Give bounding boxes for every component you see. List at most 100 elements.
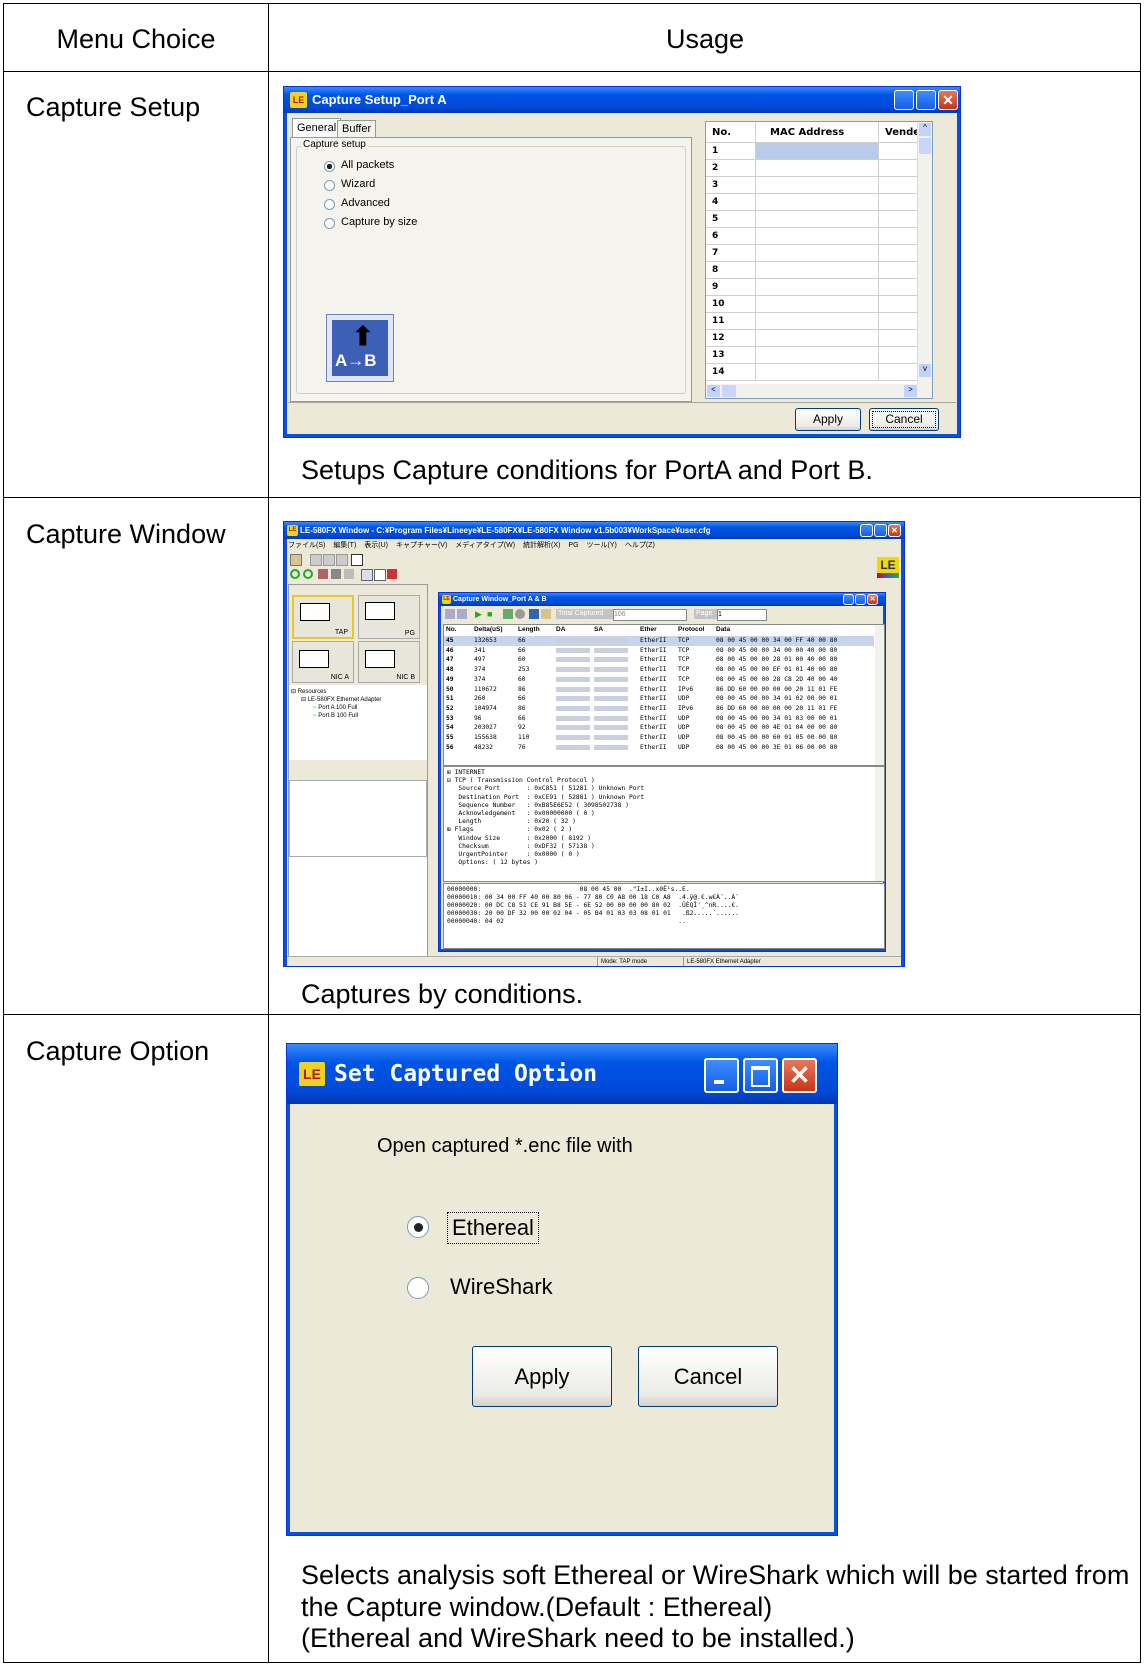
scroll-left-icon[interactable]: < xyxy=(707,385,720,397)
mac-table-cell[interactable] xyxy=(756,228,879,245)
mac-table-cell[interactable] xyxy=(756,296,879,313)
maximize-button[interactable] xyxy=(874,524,887,537)
mac-table-cell[interactable] xyxy=(756,262,879,279)
pg-icon[interactable] xyxy=(387,569,397,579)
mode-nic-b-button[interactable]: NIC B xyxy=(358,641,420,683)
radio-wireshark[interactable] xyxy=(407,1277,429,1299)
open-folder-icon[interactable] xyxy=(541,609,551,619)
tree-item-adapter[interactable]: ⊟ LE-580FX Ethernet Adapter xyxy=(291,696,381,704)
open-icon[interactable] xyxy=(290,554,302,566)
statistics-icon[interactable] xyxy=(344,569,354,579)
mac-address-table[interactable]: No. MAC Address Vende 1 2 3 4 5 6 7 8 9 10 11 12 13 14 ^… xyxy=(705,121,933,399)
packet-column-header[interactable]: DA xyxy=(556,626,565,633)
close-button[interactable]: ✕ xyxy=(888,524,901,537)
scroll-thumb[interactable] xyxy=(919,138,931,154)
packet-column-header[interactable]: Delta(uS) xyxy=(474,626,503,633)
mac-table-cell[interactable] xyxy=(879,160,919,177)
apply-button[interactable]: Apply xyxy=(472,1346,612,1407)
menu-item[interactable]: キャプチャー(V) xyxy=(396,542,447,549)
scroll-down-icon[interactable]: v xyxy=(919,364,931,377)
radio-advanced[interactable] xyxy=(324,199,335,210)
tree-item-port-a[interactable]: ○ Port A 100 Full xyxy=(291,704,381,712)
mac-table-cell[interactable] xyxy=(879,364,919,381)
mac-table-cell[interactable] xyxy=(879,313,919,330)
radio-capture-by-size[interactable] xyxy=(324,218,335,229)
radio-wizard[interactable] xyxy=(324,180,335,191)
mac-table-cell[interactable] xyxy=(879,177,919,194)
mac-table-cell[interactable] xyxy=(756,177,879,194)
mac-table-cell[interactable] xyxy=(756,211,879,228)
mac-table-cell[interactable] xyxy=(879,245,919,262)
copy-icon[interactable] xyxy=(323,554,335,566)
mac-table-cell[interactable] xyxy=(879,211,919,228)
analyze-icon[interactable] xyxy=(529,609,539,619)
scrollbar-vertical[interactable] xyxy=(875,625,884,765)
mac-table-cell[interactable] xyxy=(756,279,879,296)
mac-table-cell[interactable] xyxy=(756,330,879,347)
minimize-button[interactable] xyxy=(894,90,914,110)
mac-table-cell[interactable] xyxy=(756,143,879,160)
menu-item[interactable]: ヘルプ(Z) xyxy=(625,542,655,549)
packet-column-header[interactable]: No. xyxy=(446,626,456,633)
record-icon[interactable] xyxy=(515,609,525,619)
mac-table-cell[interactable] xyxy=(879,143,919,160)
start-capture-icon[interactable] xyxy=(290,569,300,579)
maximize-button[interactable] xyxy=(743,1058,778,1093)
packet-column-header[interactable]: SA xyxy=(594,626,603,633)
direction-icon[interactable]: ⬆ A→B xyxy=(326,314,394,382)
mac-table-cell[interactable] xyxy=(756,313,879,330)
close-button[interactable]: ✕ xyxy=(782,1058,817,1093)
cancel-button[interactable]: Cancel xyxy=(869,408,939,431)
scrollbar-vertical[interactable]: ^ v xyxy=(917,122,932,398)
menu-item[interactable]: ファイル(S) xyxy=(288,542,325,549)
paste-icon[interactable] xyxy=(336,554,348,566)
minimize-button[interactable] xyxy=(704,1058,739,1093)
radio-all-packets[interactable] xyxy=(324,161,335,172)
mac-table-cell[interactable] xyxy=(879,194,919,211)
close-button[interactable]: ✕ xyxy=(867,594,878,605)
edit-icon[interactable] xyxy=(361,569,373,581)
mac-table-cell[interactable] xyxy=(756,364,879,381)
menu-item[interactable]: 表示(U) xyxy=(364,542,388,549)
menu-item[interactable]: 編集(T) xyxy=(333,542,356,549)
mac-table-cell[interactable] xyxy=(879,330,919,347)
tab-buffer[interactable]: Buffer xyxy=(337,120,377,138)
mac-table-cell[interactable] xyxy=(879,296,919,313)
mac-table-cell[interactable] xyxy=(879,279,919,296)
mac-table-cell[interactable] xyxy=(879,262,919,279)
mode-pg-button[interactable]: PG xyxy=(358,595,420,639)
mac-table-cell[interactable] xyxy=(756,194,879,211)
cut-icon[interactable] xyxy=(310,554,322,566)
page-input[interactable]: 1 xyxy=(717,609,767,621)
scroll-h-thumb[interactable] xyxy=(722,385,736,397)
filter-icon[interactable] xyxy=(503,609,513,619)
menu-item[interactable]: ツール(Y) xyxy=(587,542,617,549)
start-capture-b-icon[interactable] xyxy=(303,569,313,579)
minimize-button[interactable] xyxy=(843,594,854,605)
hex-dump[interactable]: 00000000: 08 00 45 00 ."I±I..x0Ê¹s..E. 0… xyxy=(443,883,885,949)
packet-detail[interactable]: ⊞ INTERNET ⊟ TCP ( Transmission Control … xyxy=(443,766,885,882)
scrollbar-horizontal[interactable]: < > xyxy=(706,384,918,398)
menu-item[interactable]: メディアタイプ(W) xyxy=(455,542,515,549)
minimize-button[interactable] xyxy=(860,524,873,537)
packet-column-header[interactable]: Data xyxy=(716,626,730,633)
packet-column-header[interactable]: Ether xyxy=(640,626,657,633)
scroll-right-icon[interactable]: > xyxy=(904,385,917,397)
tree-item-resources[interactable]: ⊟ Resources xyxy=(291,688,381,696)
mac-table-cell[interactable] xyxy=(756,160,879,177)
mac-table-cell[interactable] xyxy=(756,347,879,364)
stop-icon[interactable]: ■ xyxy=(487,609,497,619)
forward-icon[interactable] xyxy=(457,609,467,619)
apply-button[interactable]: Apply xyxy=(795,408,861,431)
tree-item-port-b[interactable]: ○ Port B 100 Full xyxy=(291,712,381,720)
packet-column-header[interactable]: Protocol xyxy=(678,626,704,633)
menu-item[interactable]: 統計解析(X) xyxy=(523,542,560,549)
mac-table-cell[interactable] xyxy=(756,245,879,262)
mode-nic-a-button[interactable]: NIC A xyxy=(292,641,354,683)
packet-list[interactable]: No. Delta(uS) Length DA SA Ether Protocol Data 4… xyxy=(443,624,885,766)
maximize-button[interactable] xyxy=(916,90,936,110)
mac-table-cell[interactable] xyxy=(879,228,919,245)
close-button[interactable]: ✕ xyxy=(938,90,958,110)
menu-item[interactable]: PG xyxy=(568,542,578,549)
scrollbar-vertical[interactable] xyxy=(875,767,884,881)
